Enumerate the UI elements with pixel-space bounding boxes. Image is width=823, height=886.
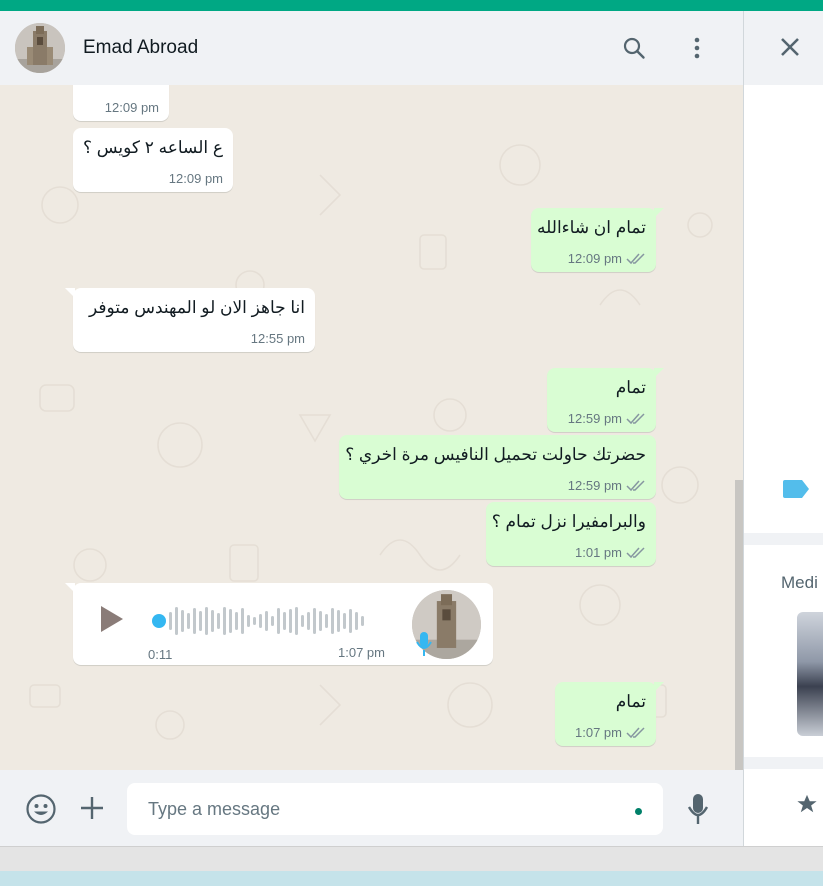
message-time: 1:07 pm [575,725,622,740]
message-incoming[interactable]: ع الساعه ٢ كويس ؟ 12:09 pm [73,128,233,192]
message-time: 12:09 pm [567,251,622,266]
message-time: 12:59 pm [567,478,622,493]
status-dot [635,808,642,815]
message-meta: 12:09 pm [169,171,223,186]
message-time: 12:09 pm [104,100,159,115]
message-outgoing[interactable]: تمام 12:59 pm [547,368,664,432]
message-time: 1:07 pm [338,645,385,660]
bubble-tail [65,583,75,593]
message-meta: 12:59 pm [568,478,646,493]
message-text: تمام [615,692,646,711]
window-accent-strip [0,0,823,11]
bubble-tail [65,288,75,298]
mic-icon [416,631,432,662]
message-time: 12:09 pm [168,171,223,186]
read-ticks-icon [626,546,645,558]
play-icon[interactable] [99,605,125,638]
search-icon[interactable] [620,34,648,62]
media-section: Medi [744,545,823,757]
message-meta: 12:09 pm [568,251,646,266]
chat-header: Emad Abroad [0,11,743,85]
voice-message[interactable]: 0:11 1:07 pm [65,583,493,665]
contact-avatar[interactable] [15,23,65,73]
voice-waveform[interactable] [151,603,381,637]
message-meta: 12:09 pm [105,100,159,115]
read-ticks-icon [626,412,645,424]
bubble-tail [654,208,664,218]
message-outgoing[interactable]: تمام ان شاءالله 12:09 pm [531,208,664,272]
message-input[interactable] [127,783,663,835]
message-time: 1:01 pm [575,545,622,560]
message-composer [0,770,743,846]
plus-icon[interactable] [76,792,108,824]
star-icon [796,793,818,820]
message-text: ع الساعه ٢ كويس ؟ [83,138,223,157]
emoji-icon[interactable] [24,792,58,826]
message-incoming[interactable]: انا جاهز الان لو المهندس متوفر 12:55 pm [65,288,315,352]
read-ticks-icon [626,726,645,738]
message-text: حضرتك حاولت تحميل النافيس مرة اخري ؟ [345,445,646,464]
message-meta: 12:55 pm [251,331,305,346]
message-text: تمام [615,378,646,397]
media-label[interactable]: Medi [781,573,818,593]
menu-icon[interactable] [683,34,711,62]
contact-info-section [744,85,823,533]
scrollbar[interactable] [735,480,743,770]
read-ticks-icon [626,252,645,264]
message-meta: 12:59 pm [568,411,646,426]
contact-name[interactable]: Emad Abroad [83,37,198,59]
starred-section[interactable] [744,769,823,846]
chat-panel: Emad Abroad 12:09 pm ع الساعه ٢ كويس ؟ 1… [0,11,743,846]
message-text: انا جاهز الان لو المهندس متوفر [88,298,305,317]
mic-icon[interactable] [684,792,712,826]
contact-info-panel: Medi [743,11,823,846]
message-list[interactable]: 12:09 pm ع الساعه ٢ كويس ؟ 12:09 pm تمام… [0,85,743,770]
bubble-tail [654,682,664,692]
message-time: 12:59 pm [567,411,622,426]
message-meta: 1:01 pm [575,545,646,560]
bubble-tail [654,368,664,378]
message-outgoing[interactable]: والبرامفيرا نزل تمام ؟ 1:01 pm [486,502,656,566]
message-text: تمام ان شاءالله [537,218,646,237]
os-taskbar [0,846,823,886]
message-meta: 1:07 pm [575,725,646,740]
taskbar-strip [0,871,823,886]
voice-duration: 0:11 [148,647,173,662]
media-thumbnail[interactable] [797,612,823,736]
label-icon [782,479,810,504]
contact-info-header [744,11,823,85]
message-outgoing[interactable]: حضرتك حاولت تحميل النافيس مرة اخري ؟ 12:… [339,435,656,499]
read-ticks-icon [626,479,645,491]
message-incoming[interactable]: 12:09 pm [73,85,169,121]
message-text: والبرامفيرا نزل تمام ؟ [491,512,646,531]
close-icon[interactable] [779,36,801,63]
message-time: 12:55 pm [250,331,305,346]
message-outgoing[interactable]: تمام 1:07 pm [555,682,664,746]
